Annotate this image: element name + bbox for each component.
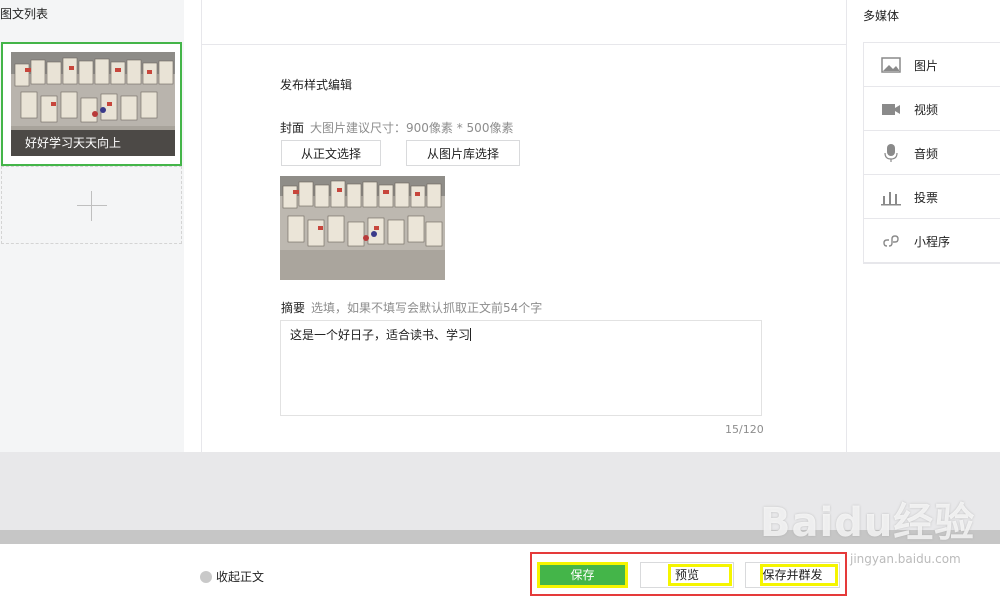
digest-label-row: 摘要 选填，如果不填写会默认抓取正文前54个字 — [281, 299, 542, 316]
article-card-caption: 好好学习天天向上 — [11, 130, 175, 156]
media-item-audio[interactable]: 音频 — [864, 131, 1000, 175]
media-item-vote[interactable]: 投票 — [864, 175, 1000, 219]
article-list-title: 图文列表 — [0, 7, 49, 21]
media-item-image[interactable]: 图片 — [864, 43, 1000, 87]
cover-label: 封面 — [280, 121, 305, 135]
preview-label: 预览 — [674, 568, 699, 582]
article-thumbnail: 好好学习天天向上 — [11, 52, 175, 156]
media-item-video[interactable]: 视频 — [864, 87, 1000, 131]
digest-hint: 选填，如果不填写会默认抓取正文前54个字 — [311, 301, 543, 315]
video-icon — [881, 100, 901, 118]
plus-icon — [77, 191, 107, 221]
image-icon — [881, 56, 901, 74]
media-item-label: 视频 — [914, 103, 939, 117]
media-item-label: 音频 — [914, 147, 939, 161]
microphone-icon — [881, 144, 901, 162]
add-article-button[interactable] — [1, 166, 182, 244]
preview-button[interactable]: 预览 — [640, 562, 734, 588]
bar-chart-icon — [881, 188, 901, 206]
media-item-label: 投票 — [914, 191, 939, 205]
cover-image — [280, 176, 445, 280]
link-icon — [881, 232, 901, 250]
media-panel-title: 多媒体 — [863, 9, 900, 23]
save-and-send-label: 保存并群发 — [762, 568, 823, 582]
collapse-icon — [200, 571, 212, 583]
text-caret — [470, 328, 472, 341]
editor-toolbar-area — [202, 0, 846, 45]
digest-char-count: 15/120 — [725, 423, 764, 436]
cover-label-row: 封面 大图片建议尺寸：900像素 * 500像素 — [280, 119, 513, 136]
collapse-label: 收起正文 — [216, 570, 265, 584]
media-item-label: 图片 — [914, 59, 939, 73]
select-from-body-button[interactable]: 从正文选择 — [281, 140, 381, 166]
baidu-watermark-url: jingyan.baidu.com — [850, 552, 961, 566]
media-item-miniprogram[interactable]: 小程序 — [864, 219, 1000, 263]
media-list: 图片 视频 音频 投票 小程序 — [863, 42, 1000, 264]
section-title: 发布样式编辑 — [280, 78, 353, 92]
media-item-label: 小程序 — [914, 235, 951, 249]
article-card[interactable]: 好好学习天天向上 — [1, 42, 182, 166]
baidu-watermark: Baidu经验 — [760, 500, 976, 546]
save-button[interactable]: 保存 — [537, 562, 628, 588]
collapse-body-button[interactable]: 收起正文 — [200, 568, 264, 585]
save-and-send-button[interactable]: 保存并群发 — [745, 562, 840, 588]
digest-text: 这是一个好日子，适合读书、学习 — [290, 328, 471, 342]
digest-label: 摘要 — [281, 301, 306, 315]
cover-hint: 大图片建议尺寸：900像素 * 500像素 — [310, 121, 514, 135]
digest-textarea[interactable]: 这是一个好日子，适合读书、学习 — [280, 320, 762, 416]
select-from-library-button[interactable]: 从图片库选择 — [406, 140, 520, 166]
